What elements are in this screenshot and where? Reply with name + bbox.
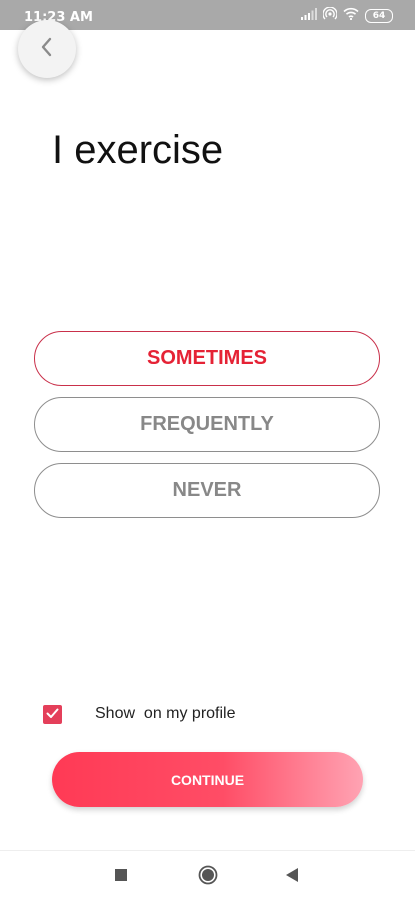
question-title: I exercise [52,128,224,172]
checkmark-icon [46,706,59,724]
back-nav-button[interactable] [280,865,304,889]
battery-icon: 64 [365,9,393,23]
continue-button[interactable]: CONTINUE [52,752,363,807]
hotspot-icon [322,5,338,26]
navigation-bar [0,850,415,901]
wifi-icon [343,7,359,25]
signal-icon [301,7,317,25]
option-sometimes[interactable]: SOMETIMES [34,331,380,386]
home-icon [198,865,218,890]
show-on-profile-checkbox[interactable] [43,705,62,724]
home-button[interactable] [196,865,220,889]
back-icon [285,867,299,888]
back-button[interactable] [18,20,76,78]
show-on-profile-label: Show on my profile [95,705,236,722]
recent-apps-icon [114,868,128,887]
chevron-left-icon [39,37,55,62]
option-frequently[interactable]: FREQUENTLY [34,397,380,452]
status-icons: 64 [301,5,393,26]
recent-apps-button[interactable] [109,865,133,889]
option-never[interactable]: NEVER [34,463,380,518]
